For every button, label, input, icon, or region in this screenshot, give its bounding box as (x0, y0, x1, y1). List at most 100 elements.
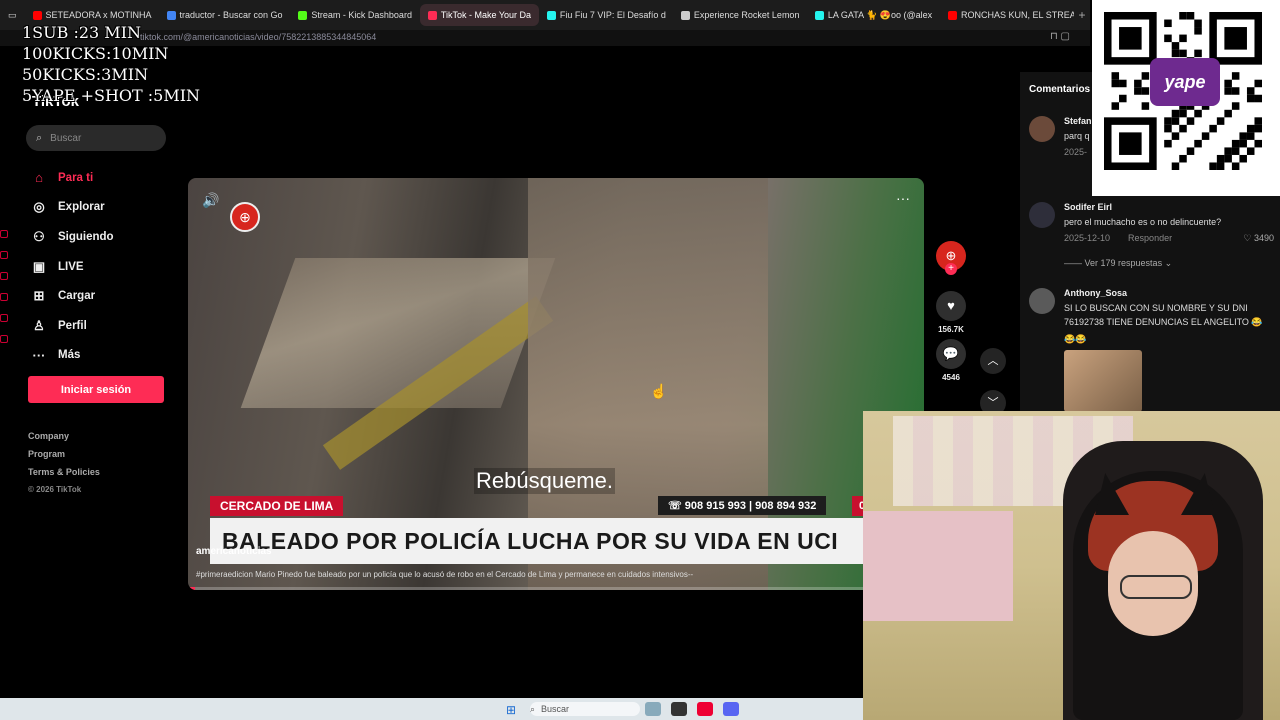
footer-link-program[interactable]: Program (28, 449, 100, 467)
sidebar-item-label: Perfil (58, 319, 87, 332)
tab-label: Stream - Kick Dashboard (311, 10, 412, 20)
comment-text: pero el muchacho es o no delincuente? (1064, 217, 1222, 227)
comment-date: 2025-12-10 (1064, 233, 1111, 243)
taskbar-search-label: Buscar (541, 704, 570, 714)
comment-emojis: 😂😂 (1064, 334, 1087, 344)
like-heart-icon[interactable]: ♥ (936, 291, 966, 321)
footer-link-terms[interactable]: Terms & Policies (28, 467, 100, 485)
sidebar-item-more[interactable]: ··· Más (30, 341, 114, 371)
browser-tab[interactable]: LA GATA 🐈 😍oo (@alex (807, 4, 940, 26)
avatar[interactable] (1029, 116, 1055, 142)
tab-favicon-icon (298, 10, 308, 20)
sidebar-item-label: Siguiendo (58, 230, 114, 243)
sidebar-item-label: Más (58, 349, 81, 362)
goal-line: 5YAPE +SHOT :5MIN (22, 86, 201, 105)
comment-image[interactable] (1064, 350, 1142, 412)
reply-button[interactable]: Responder (1128, 233, 1172, 244)
stream-goals-overlay: 1SUB :23 MIN 100KICKS:10MIN 50KICKS:3MIN… (22, 22, 200, 106)
prev-video-chevron-up-icon[interactable]: ︿ (980, 348, 1006, 374)
comment-author[interactable]: Anthony_Sosa (1064, 288, 1274, 298)
creator-avatar[interactable]: ⊕ + (936, 241, 966, 275)
left-edge-icons (0, 230, 8, 690)
new-tab-button[interactable]: + (1074, 8, 1090, 22)
comment-icon[interactable]: 💬 (936, 339, 966, 369)
tab-label: Fiu Fiu 7 VIP: El Desafío d (559, 10, 666, 20)
view-replies-button[interactable]: —— Ver 179 respuestas ⌄ (1064, 258, 1172, 269)
sidebar-item-home[interactable]: ⌂ Para ti (30, 163, 114, 193)
video-progress-bar[interactable] (188, 587, 924, 590)
progress-fill (188, 587, 196, 590)
taskbar-search[interactable]: ⌕ Buscar (530, 702, 640, 716)
windows-start-icon[interactable]: ⊞ (506, 703, 516, 717)
sidebar-item-upload[interactable]: ⊞ Cargar (30, 281, 114, 311)
browser-tab[interactable]: RONCHAS KUN, EL STREA (940, 4, 1074, 26)
goal-line: 50KICKS:3MIN (22, 65, 149, 84)
video-player[interactable]: 🔊 ··· ⊕ Rebúsqueme. CERCADO DE LIMA ☏ 90… (188, 178, 924, 590)
copyright: © 2026 TikTok (28, 485, 82, 494)
edge-icon (0, 335, 8, 343)
compass-icon: ◎ (33, 199, 45, 215)
taskbar-apps (645, 702, 739, 716)
edge-icon (0, 314, 8, 322)
sidebar-item-following[interactable]: ⚇ Siguiendo (30, 222, 114, 252)
phone-numbers: ☏ 908 915 993 | 908 894 932 (658, 496, 827, 515)
avatar[interactable] (1029, 202, 1055, 228)
sidebar-item-label: Explorar (58, 201, 105, 214)
tab-favicon-icon (680, 10, 690, 20)
browser-tab[interactable]: TikTok - Make Your Da (419, 4, 539, 26)
browser-tab[interactable]: Experience Rocket Lemon (673, 4, 807, 26)
sidebar-item-profile[interactable]: ♙ Perfil (30, 311, 114, 341)
search-icon: ⌕ (36, 131, 43, 144)
sidebar-item-label: Para ti (58, 171, 94, 184)
browser-tab[interactable]: Stream - Kick Dashboard (290, 4, 419, 26)
action-bar: ⊕ + ♥ 156.7K 💬 4546 (935, 241, 967, 387)
like-count: 156.7K (938, 325, 964, 334)
comments-header: Comentarios (1029, 84, 1091, 95)
yape-logo: yape (1150, 58, 1220, 106)
login-button[interactable]: Iniciar sesión (28, 376, 164, 403)
sidebar-footer: Company Program Terms & Policies © 2026 … (28, 431, 100, 503)
mouse-cursor-icon: ☝ (650, 383, 668, 399)
live-icon: ▣ (32, 258, 46, 274)
tab-label: traductor - Buscar con Go (179, 10, 283, 20)
tab-favicon-icon (427, 10, 437, 20)
tab-label: TikTok - Make Your Da (440, 10, 532, 20)
pin-icon[interactable]: ⊓ ▢ (1050, 31, 1070, 42)
more-options-icon[interactable]: ··· (896, 190, 910, 206)
browser-tab[interactable]: Fiu Fiu 7 VIP: El Desafío d (539, 4, 673, 26)
discord-icon[interactable] (723, 702, 739, 716)
sidebar-item-label: LIVE (58, 260, 84, 273)
glasses (1120, 575, 1192, 599)
tab-favicon-icon (32, 10, 42, 20)
comment-likes[interactable]: ♡ 3490 (1243, 233, 1274, 244)
follow-plus-icon[interactable]: + (945, 263, 957, 275)
search-input[interactable]: ⌕ Buscar (26, 125, 166, 151)
tab-label: LA GATA 🐈 😍oo (@alex (827, 9, 933, 20)
tab-favicon-icon (814, 10, 824, 20)
video-author[interactable]: americanoticias (196, 546, 272, 557)
goal-line: 100KICKS:10MIN (22, 44, 169, 63)
tab-favicon-icon (948, 10, 958, 20)
webcam-feed (863, 411, 1280, 720)
comment-count: 4546 (942, 373, 960, 382)
channel-logo-icon: ⊕ (230, 202, 260, 232)
tab-label: SETEADORA x MOTINHA (45, 10, 152, 20)
taskbar-app-icon[interactable] (645, 702, 661, 716)
sidebar-item-compass[interactable]: ◎ Explorar (30, 193, 114, 223)
windows-taskbar: ⊞ ⌕ Buscar (0, 698, 863, 720)
taskbar-app-icon[interactable] (671, 702, 687, 716)
opera-icon[interactable] (697, 702, 713, 716)
sidebar-nav: ⌂ Para ti ◎ Explorar ⚇ Siguiendo ▣ LIVE ⊞ Cargar ♙… (30, 163, 114, 370)
tab-favicon-icon (546, 10, 556, 20)
more-icon: ··· (32, 347, 46, 363)
view-replies-label: Ver 179 respuestas ⌄ (1084, 258, 1173, 268)
comment-author[interactable]: Sodifer Eirl (1064, 202, 1274, 212)
video-description: #primeraedicion Mario Pinedo fue baleado… (196, 570, 694, 579)
footer-link-company[interactable]: Company (28, 431, 100, 449)
volume-icon[interactable]: 🔊 (202, 192, 219, 209)
news-headline: BALEADO POR POLICÍA LUCHA POR SU VIDA EN… (210, 518, 898, 564)
sidebar-item-live[interactable]: ▣ LIVE (30, 252, 114, 282)
avatar[interactable] (1029, 288, 1055, 314)
tab-list-icon[interactable]: ▭ (0, 4, 25, 26)
news-lower-third: CERCADO DE LIMA ☏ 908 915 993 | 908 894 … (210, 496, 924, 566)
